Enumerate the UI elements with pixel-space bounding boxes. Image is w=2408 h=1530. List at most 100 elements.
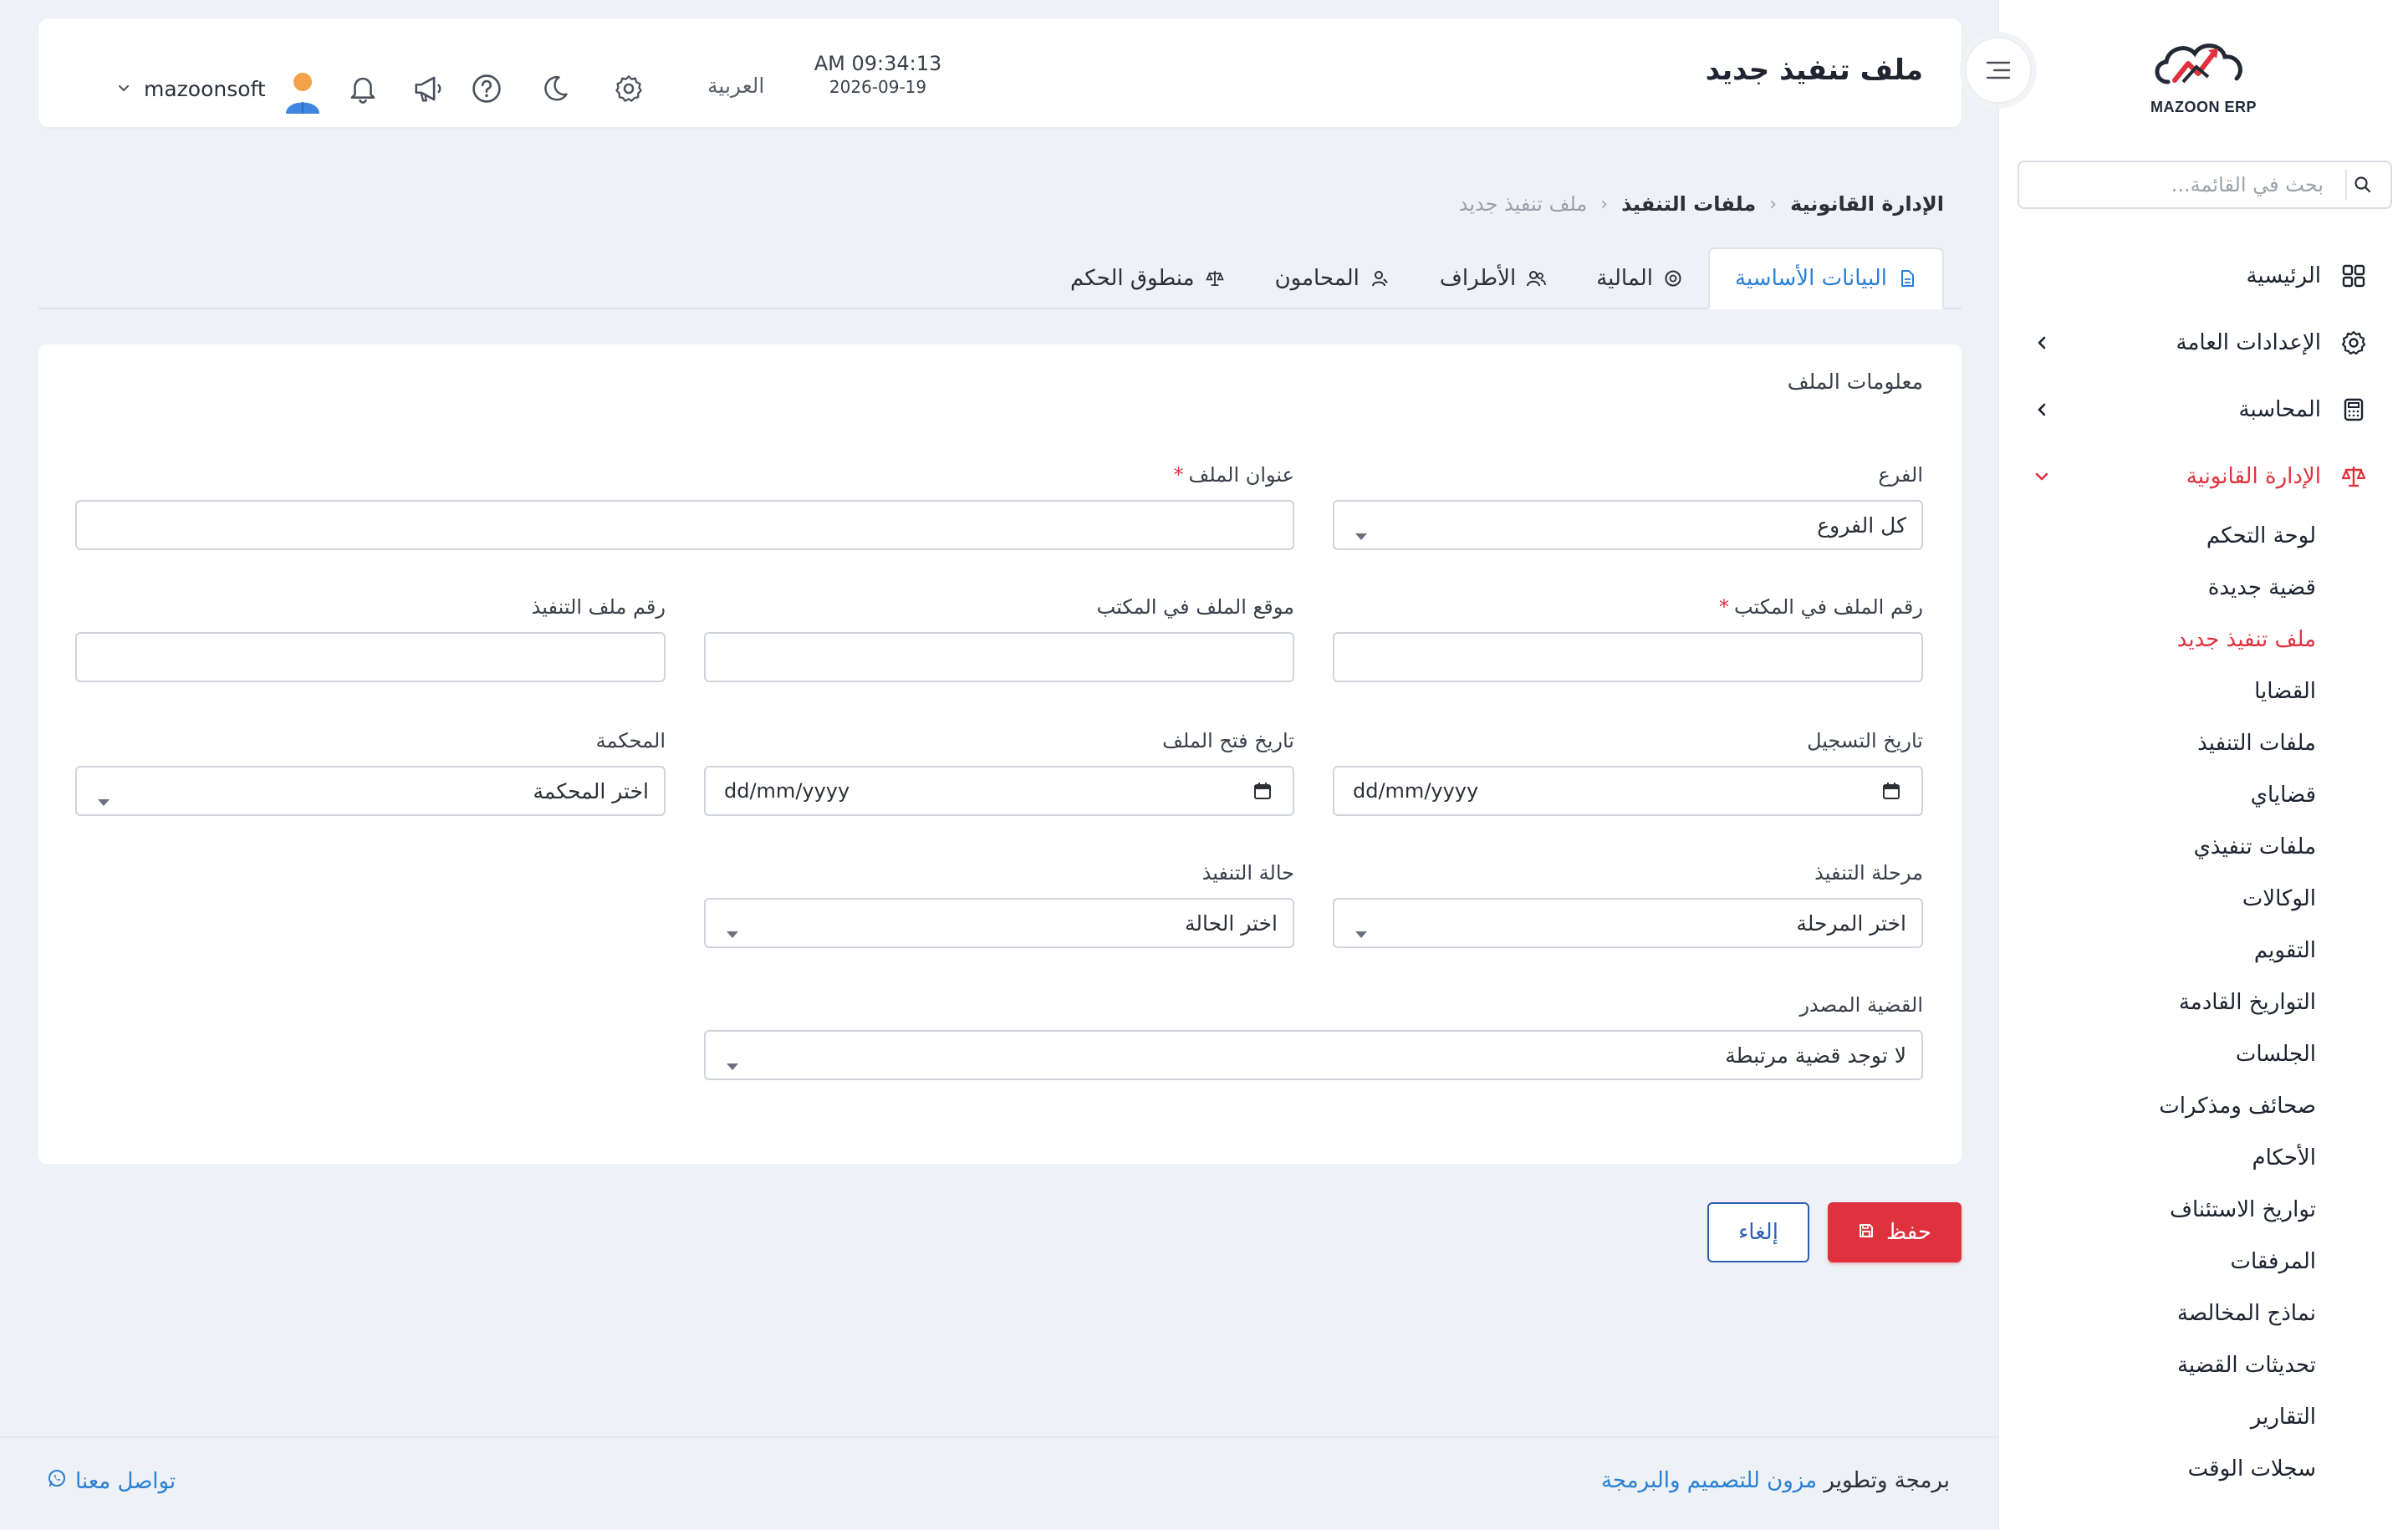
- office-location-field: موقع الملف في المكتب: [704, 595, 1294, 682]
- caret-down-icon: [97, 788, 110, 812]
- sidebar-subitem[interactable]: التواريخ القادمة: [1998, 977, 2408, 1028]
- sidebar-subitem[interactable]: ملفات تنفيذي: [1998, 821, 2408, 873]
- contact-us-link[interactable]: تواصل معنا: [47, 1468, 176, 1494]
- top-header: ملف تنفيذ جديد AM 09:34:13 2026-09-19 ال…: [38, 18, 1962, 127]
- registration-date-input[interactable]: dd/mm/yyyy: [1333, 766, 1923, 816]
- execution-status-label: حالة التنفيذ: [1201, 861, 1294, 885]
- sidebar-subitem[interactable]: الأحكام: [1998, 1132, 2408, 1184]
- required-marker: *: [1719, 595, 1730, 619]
- sidebar-subitem[interactable]: ملفات التنفيذ: [1998, 717, 2408, 769]
- notification-bell-icon[interactable]: [346, 72, 380, 105]
- calendar-icon[interactable]: [1252, 781, 1273, 806]
- court-label: المحكمة: [595, 729, 666, 752]
- execution-stage-field: مرحلة التنفيذ اختر المرحلة: [1333, 861, 1923, 948]
- file-info-card: معلومات الملف الفرع كل الفروع عنوان المل…: [38, 344, 1962, 1164]
- branch-value: كل الفروع: [1817, 513, 1906, 538]
- file-title-label: عنوان الملف*: [75, 463, 1294, 492]
- open-date-input[interactable]: dd/mm/yyyy: [704, 766, 1294, 816]
- tab-verdict[interactable]: منطوق الحكم: [1045, 247, 1250, 309]
- gear-icon: [2339, 329, 2368, 357]
- search-icon[interactable]: [2345, 170, 2379, 200]
- tab-finance[interactable]: المالية: [1571, 247, 1708, 309]
- sidebar-nav: الرئيسية الإعدادات العامة المحاسبة الإدا…: [1998, 242, 2408, 1495]
- court-select[interactable]: اختر المحكمة: [75, 766, 666, 816]
- sidebar-subitem-active[interactable]: ملف تنفيذ جديد: [1998, 614, 2408, 666]
- office-location-input[interactable]: [704, 632, 1294, 682]
- sidebar-subitem[interactable]: لوحة التحكم: [1998, 510, 2408, 562]
- footer-credit: برمجة وتطوير مزون للتصميم والبرمجة: [1601, 1468, 1950, 1493]
- breadcrumb-execution-files[interactable]: ملفات التنفيذ: [1621, 192, 1756, 216]
- sidebar-subitem[interactable]: قضية جديدة: [1998, 562, 2408, 614]
- megaphone-icon[interactable]: [411, 72, 445, 105]
- breadcrumb-current: ملف تنفيذ جديد: [1458, 192, 1588, 216]
- sidebar-item-label: الإعدادات العامة: [2176, 330, 2321, 355]
- coin-icon: [1663, 268, 1683, 288]
- user-avatar[interactable]: [283, 70, 323, 114]
- form-tabs: البيانات الأساسية المالية الأطراف المحام…: [1045, 247, 1944, 309]
- sidebar-item-home[interactable]: الرئيسية: [1998, 242, 2408, 309]
- app-logo[interactable]: MAZOON ERP: [1999, 33, 2408, 117]
- settings-gear-icon[interactable]: [612, 72, 645, 105]
- office-file-no-input[interactable]: [1333, 632, 1923, 682]
- tab-label: منطوق الحكم: [1070, 266, 1195, 291]
- sidebar-subitem[interactable]: نماذج المخالصة: [1998, 1288, 2408, 1339]
- help-icon[interactable]: [470, 72, 503, 105]
- clock-date: 2026-09-19: [829, 77, 927, 97]
- execution-status-value: اختر الحالة: [1184, 910, 1278, 936]
- tab-lawyers[interactable]: المحامون: [1250, 247, 1415, 309]
- tab-label: البيانات الأساسية: [1735, 266, 1887, 291]
- chevron-left-icon: ‹: [1600, 193, 1609, 215]
- sidebar-subitem[interactable]: قضاياي: [1998, 769, 2408, 821]
- sidebar-subitem[interactable]: الوكالات: [1998, 873, 2408, 925]
- sidebar-subitem[interactable]: صحائف ومذكرات: [1998, 1080, 2408, 1132]
- tab-label: المالية: [1596, 266, 1653, 291]
- sidebar-item-general-settings[interactable]: الإعدادات العامة: [1998, 309, 2408, 376]
- chevron-left-icon: [2030, 398, 2053, 421]
- tab-basic-data[interactable]: البيانات الأساسية: [1708, 247, 1944, 309]
- sidebar-item-accounting[interactable]: المحاسبة: [1998, 376, 2408, 443]
- save-label: حفظ: [1886, 1220, 1931, 1245]
- floppy-disk-icon: [1858, 1220, 1875, 1245]
- sidebar-subitem[interactable]: المرفقات: [1998, 1236, 2408, 1288]
- sidebar-subitem[interactable]: سجلات الوقت: [1998, 1443, 2408, 1495]
- branch-field: الفرع كل الفروع: [1333, 463, 1923, 550]
- tab-parties[interactable]: الأطراف: [1415, 247, 1571, 309]
- source-case-select[interactable]: لا توجد قضية مرتبطة: [704, 1030, 1923, 1080]
- branch-label: الفرع: [1878, 463, 1923, 487]
- contact-label: تواصل معنا: [75, 1468, 176, 1494]
- calendar-icon[interactable]: [1881, 781, 1901, 806]
- sidebar-subitem[interactable]: القضايا: [1998, 666, 2408, 717]
- open-date-field: تاريخ فتح الملف dd/mm/yyyy: [704, 729, 1294, 816]
- branch-select[interactable]: كل الفروع: [1333, 500, 1923, 550]
- cancel-button[interactable]: إلغاء: [1707, 1202, 1809, 1262]
- execution-status-select[interactable]: اختر الحالة: [704, 898, 1294, 948]
- chevron-down-icon[interactable]: [117, 82, 130, 99]
- sidebar-subitem[interactable]: تواريخ الاستئناف: [1998, 1184, 2408, 1236]
- sidebar-subitem[interactable]: التقارير: [1998, 1391, 2408, 1443]
- sidebar-toggle-button[interactable]: [1965, 37, 2032, 104]
- footer-divider: [0, 1436, 1998, 1438]
- scale-icon: [1205, 268, 1225, 288]
- source-case-field: القضية المصدر لا توجد قضية مرتبطة: [704, 993, 1923, 1080]
- file-title-input[interactable]: [75, 500, 1294, 550]
- open-date-label: تاريخ فتح الملف: [1162, 729, 1294, 752]
- registration-date-label: تاريخ التسجيل: [1807, 729, 1923, 752]
- sidebar-subitem[interactable]: التقويم: [1998, 925, 2408, 977]
- sidebar-item-legal[interactable]: الإدارة القانونية: [1998, 443, 2408, 510]
- sidebar-subitem[interactable]: تحديثات القضية: [1998, 1339, 2408, 1391]
- execution-file-no-input[interactable]: [75, 632, 666, 682]
- save-button[interactable]: حفظ: [1828, 1202, 1962, 1262]
- sidebar-subitem[interactable]: الجلسات: [1998, 1028, 2408, 1080]
- dark-mode-moon-icon[interactable]: [538, 72, 572, 105]
- header-clock: AM 09:34:13 2026-09-19: [794, 52, 962, 97]
- username[interactable]: mazoonsoft: [144, 77, 266, 101]
- execution-stage-select[interactable]: اختر المرحلة: [1333, 898, 1923, 948]
- language-switch[interactable]: العربية: [707, 74, 764, 98]
- sidebar-search-input[interactable]: [2039, 162, 2324, 207]
- court-value: اختر المحكمة: [533, 778, 649, 803]
- footer-credit-prefix: برمجة وتطوير: [1824, 1468, 1950, 1493]
- breadcrumb-legal[interactable]: الإدارة القانونية: [1790, 192, 1944, 216]
- footer-credit-link[interactable]: مزون للتصميم والبرمجة: [1601, 1468, 1817, 1493]
- execution-file-no-field: رقم ملف التنفيذ: [75, 595, 666, 682]
- execution-stage-value: اختر المرحلة: [1796, 910, 1906, 936]
